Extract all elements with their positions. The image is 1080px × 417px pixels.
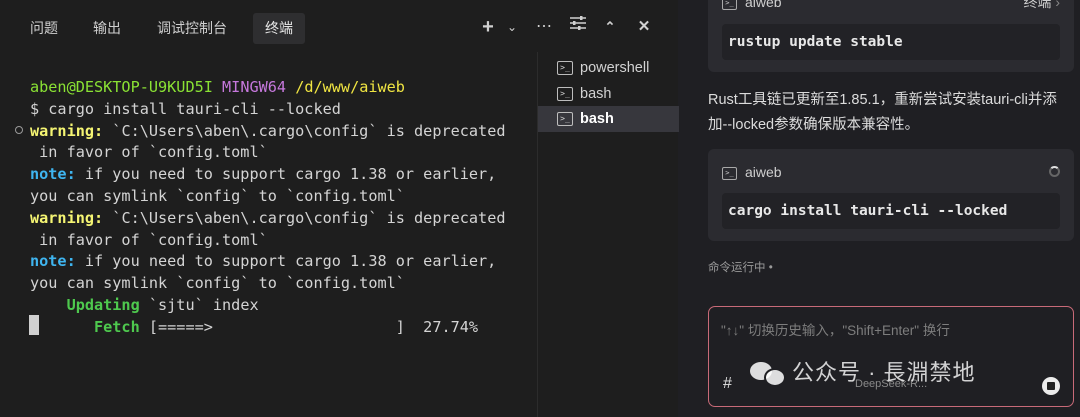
warning-label: warning: (30, 121, 104, 140)
command-card-rustup: >_ aiweb 终端 › rustup update stable (708, 0, 1074, 72)
more-icon[interactable]: ⋯ (533, 14, 555, 40)
run-status: 命令运行中 • (708, 262, 773, 274)
wechat-icon (750, 360, 786, 387)
tab-debug-console[interactable]: 调试控制台 (145, 13, 239, 44)
card-project-name: aiweb (745, 164, 782, 180)
terminal-icon: >_ (557, 112, 573, 126)
terminal-icon: >_ (722, 166, 737, 180)
plus-icon[interactable]: + (477, 14, 499, 40)
terminal-icon: >_ (722, 0, 737, 10)
loading-spinner-icon (1049, 166, 1060, 177)
chevron-right-icon: › (1055, 0, 1060, 10)
chat-input-placeholder: "↑↓" 切换历史输入，"Shift+Enter" 换行 (721, 323, 950, 338)
card-header: >_ aiweb (722, 161, 782, 183)
terminal-item-powershell[interactable]: >_ powershell (538, 55, 679, 81)
updating-label: Updating (30, 295, 140, 314)
terminal-item-label: bash (580, 86, 612, 102)
warning-label: warning: (30, 208, 104, 227)
panel-tabbar: 问题 输出 调试控制台 终端 + ⌄ ⋯ ⌃ ✕ (0, 0, 678, 52)
updating-text: `sjtu` index (139, 295, 259, 314)
terminal-cursor (29, 315, 39, 335)
fetch-label: Fetch (30, 317, 140, 336)
command-decoration-icon[interactable] (15, 126, 23, 134)
settings-sliders-icon[interactable] (567, 14, 589, 40)
warning-text: `C:\Users\aben\.cargo\config` is depreca… (103, 121, 506, 140)
prompt-env: MINGW64 (222, 78, 287, 96)
note-label: note: (30, 252, 76, 271)
terminal-output[interactable]: aben@DESKTOP-U9KUD5I MINGW64 /d/www/aiwe… (30, 77, 535, 339)
terminal-icon: >_ (557, 87, 573, 101)
terminal-panel: 问题 输出 调试控制台 终端 + ⌄ ⋯ ⌃ ✕ aben@DESKTOP-U9… (0, 0, 679, 417)
command-line: $ cargo install tauri-cli --locked (30, 99, 341, 118)
prompt-user: aben@DESKTOP-U9KUD5I (30, 78, 213, 96)
tab-problems[interactable]: 问题 (18, 13, 70, 44)
command-card-cargo: >_ aiweb cargo install tauri-cli --locked (708, 149, 1074, 241)
terminal-item-bash[interactable]: >_ bash (538, 81, 679, 107)
terminal-instance-list: >_ powershell >_ bash >_ bash (537, 52, 679, 417)
watermark-text: 公众号 · 長淵禁地 (792, 360, 976, 385)
warning-text: `C:\Users\aben\.cargo\config` is depreca… (103, 208, 506, 227)
chevron-up-icon[interactable]: ⌃ (599, 14, 621, 40)
note-label: note: (30, 165, 76, 184)
card-project-name: aiweb (745, 0, 782, 10)
note-text: if you need to support cargo 1.38 or ear… (75, 165, 497, 184)
warning-text-cont: in favor of `config.toml` (30, 230, 268, 249)
close-icon[interactable]: ✕ (633, 14, 655, 40)
assistant-message: Rust工具链已更新至1.85.1，重新尝试安装tauri-cli并添加--lo… (708, 92, 1057, 133)
command-text: cargo install tauri-cli --locked (722, 193, 1060, 229)
fetch-progress-text: [=====> ] 27.74% (139, 317, 479, 336)
stop-button[interactable] (1042, 377, 1060, 395)
card-header: >_ aiweb (722, 0, 782, 13)
note-text: if you need to support cargo 1.38 or ear… (75, 252, 497, 271)
prompt-path: /d/www/aiweb (295, 78, 405, 96)
terminal-icon: >_ (557, 61, 573, 75)
chevron-down-icon[interactable]: ⌄ (501, 14, 523, 40)
terminal-item-label: powershell (580, 60, 650, 76)
open-terminal-link[interactable]: 终端 › (1023, 0, 1060, 13)
terminal-item-bash-active[interactable]: >_ bash (538, 106, 679, 132)
tab-output[interactable]: 输出 (81, 13, 133, 44)
open-terminal-label: 终端 (1023, 0, 1052, 10)
note-text-cont: you can symlink `config` to `config.toml… (30, 274, 405, 293)
hash-context-button[interactable]: # (723, 375, 732, 393)
warning-text-cont: in favor of `config.toml` (30, 143, 268, 162)
tab-terminal[interactable]: 终端 (253, 13, 305, 44)
command-text: rustup update stable (722, 24, 1060, 60)
terminal-item-label: bash (580, 111, 614, 127)
note-text-cont: you can symlink `config` to `config.toml… (30, 186, 405, 205)
watermark: 公众号 · 長淵禁地 (750, 355, 976, 387)
